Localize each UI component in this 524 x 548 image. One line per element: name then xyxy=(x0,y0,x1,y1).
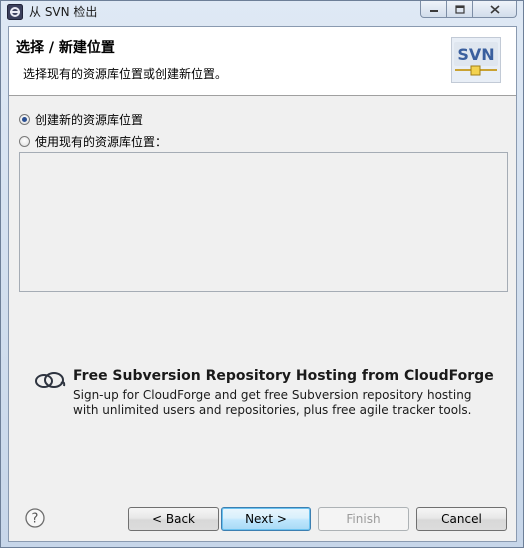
use-existing-label: 使用现有的资源库位置： xyxy=(35,135,168,149)
use-existing-option[interactable]: 使用现有的资源库位置： xyxy=(19,133,167,150)
help-icon[interactable]: ? xyxy=(25,508,45,528)
promo-title[interactable]: Free Subversion Repository Hosting from … xyxy=(73,368,494,384)
back-button[interactable]: < Back xyxy=(128,507,219,531)
eclipse-app-icon xyxy=(7,4,23,20)
create-new-radio[interactable] xyxy=(19,114,30,125)
repository-location-list[interactable] xyxy=(19,152,508,292)
svn-logo-icon: SVN xyxy=(451,37,501,83)
title-bar[interactable]: 从 SVN 检出 xyxy=(1,1,523,23)
wizard-footer: ? < Back Next > Finish Cancel xyxy=(9,495,516,541)
dialog-client-area: 选择 / 新建位置 选择现有的资源库位置或创建新位置。 SVN 创建新的资源库位… xyxy=(8,26,517,542)
close-button[interactable] xyxy=(473,1,517,18)
maximize-icon xyxy=(454,4,465,14)
svg-text:?: ? xyxy=(32,512,39,527)
close-icon xyxy=(489,4,500,14)
maximize-button[interactable] xyxy=(447,1,473,18)
cancel-button[interactable]: Cancel xyxy=(416,507,507,531)
finish-button[interactable]: Finish xyxy=(318,507,409,531)
page-description: 选择现有的资源库位置或创建新位置。 xyxy=(23,67,228,81)
minimize-button[interactable] xyxy=(420,1,447,18)
cloudforge-icon xyxy=(35,372,66,388)
checkout-dialog-window: 从 SVN 检出 选择 / 新建位置 选择现有的资源库位置或创建新位置。 SVN… xyxy=(0,0,524,548)
page-title: 选择 / 新建位置 xyxy=(16,40,115,56)
promo-line-1: Sign-up for CloudForge and get free Subv… xyxy=(73,388,472,402)
use-existing-radio[interactable] xyxy=(19,136,30,147)
svn-logo-text: SVN xyxy=(457,45,494,64)
create-new-option[interactable]: 创建新的资源库位置 xyxy=(19,111,143,128)
create-new-label: 创建新的资源库位置 xyxy=(35,113,144,127)
window-controls xyxy=(420,1,517,19)
next-button[interactable]: Next > xyxy=(221,507,311,531)
wizard-header-banner: 选择 / 新建位置 选择现有的资源库位置或创建新位置。 SVN xyxy=(9,27,516,96)
window-title: 从 SVN 检出 xyxy=(29,5,98,19)
minimize-icon xyxy=(429,10,438,12)
promo-line-2: with unlimited users and repositories, p… xyxy=(73,403,472,417)
